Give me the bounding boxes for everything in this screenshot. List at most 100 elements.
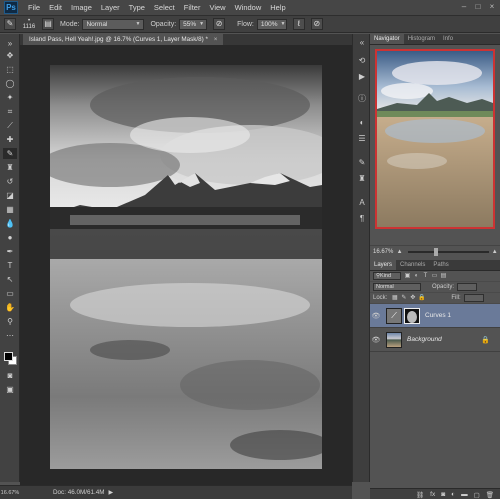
adjustment-icon[interactable]: ◐ — [451, 491, 455, 498]
zoom-out-icon[interactable]: ▲ — [396, 249, 403, 256]
airbrush-icon[interactable]: ℓ — [292, 18, 305, 30]
menu-image[interactable]: Image — [71, 3, 92, 12]
collapse-panels-icon[interactable]: « — [357, 38, 367, 48]
paragraph-panel-icon[interactable]: ¶ — [357, 214, 367, 224]
hand-tool-icon[interactable]: ✋ — [3, 302, 17, 313]
pressure-opacity-icon[interactable]: ⊘ — [213, 18, 226, 30]
eyedropper-tool-icon[interactable]: ⟋ — [3, 120, 17, 131]
healing-tool-icon[interactable]: ✚ — [3, 134, 17, 145]
eye-icon[interactable]: 👁 — [370, 336, 382, 344]
properties-panel-icon[interactable]: ☰ — [357, 134, 367, 144]
close-icon[interactable]: × — [488, 3, 496, 11]
foreground-color-swatch[interactable] — [4, 352, 13, 361]
pressure-size-icon[interactable]: ⊘ — [310, 18, 323, 30]
menu-type[interactable]: Type — [129, 3, 145, 12]
history-brush-tool-icon[interactable]: ↺ — [3, 176, 17, 187]
blur-tool-icon[interactable]: 💧 — [3, 218, 17, 229]
menu-file[interactable]: File — [28, 3, 40, 12]
quick-mask-icon[interactable]: ◙ — [3, 370, 17, 381]
blend-mode-dropdown[interactable]: Normal — [373, 283, 421, 291]
layer-row-curves[interactable]: 👁 ⟋ Curves 1 — [370, 304, 500, 328]
move-tool-icon[interactable]: ✥ — [3, 50, 17, 61]
eraser-tool-icon[interactable]: ◪ — [3, 190, 17, 201]
adjustment-filter-icon[interactable]: ◐ — [413, 273, 420, 280]
maximize-icon[interactable]: □ — [474, 3, 482, 11]
lock-position-icon[interactable]: ✥ — [409, 295, 416, 302]
brush-preset-picker[interactable]: • 1116 — [22, 18, 36, 31]
eye-icon[interactable]: 👁 — [370, 312, 382, 320]
lock-pixels-icon[interactable]: ✎ — [400, 295, 407, 302]
pixel-filter-icon[interactable]: ▣ — [404, 273, 411, 280]
marquee-tool-icon[interactable]: ⬚ — [3, 64, 17, 75]
zoom-tool-icon[interactable]: ⚲ — [3, 316, 17, 327]
status-zoom[interactable]: 16.67% — [0, 485, 20, 499]
opacity-field[interactable]: 55% ▼ — [179, 18, 208, 30]
menu-layer[interactable]: Layer — [101, 3, 120, 12]
navigator-zoom-slider[interactable] — [407, 248, 489, 256]
kind-filter-dropdown[interactable]: ⚲ Kind — [373, 272, 401, 280]
mask-icon[interactable]: ◙ — [441, 491, 445, 498]
tab-histogram[interactable]: Histogram — [404, 34, 439, 44]
navigator-zoom-value[interactable]: 16.67% — [373, 249, 393, 255]
clone-source-panel-icon[interactable]: ♜ — [357, 174, 367, 184]
brush-tool-icon[interactable]: ✎ — [3, 148, 17, 159]
menu-help[interactable]: Help — [270, 3, 285, 12]
actions-panel-icon[interactable]: ▶ — [357, 72, 367, 82]
chevron-right-icon[interactable]: ▶ — [108, 489, 113, 496]
tab-paths[interactable]: Paths — [429, 260, 452, 270]
navigator-thumbnail[interactable] — [375, 49, 495, 229]
smart-object-filter-icon[interactable]: ▤ — [440, 273, 447, 280]
lock-all-icon[interactable]: 🔒 — [418, 295, 425, 302]
layer-row-background[interactable]: 👁 Background 🔒 — [370, 328, 500, 352]
trash-icon[interactable]: 🗑 — [486, 491, 494, 499]
type-tool-icon[interactable]: T — [3, 260, 17, 271]
menu-select[interactable]: Select — [154, 3, 175, 12]
tab-layers[interactable]: Layers — [370, 260, 397, 270]
brush-panel-icon[interactable]: ✎ — [357, 158, 367, 168]
character-panel-icon[interactable]: A — [357, 198, 367, 208]
lasso-tool-icon[interactable]: ◯ — [3, 78, 17, 89]
more-tools-icon[interactable]: ⋯ — [3, 330, 17, 341]
clone-stamp-tool-icon[interactable]: ♜ — [3, 162, 17, 173]
layer-mask-thumbnail[interactable] — [404, 307, 420, 324]
type-filter-icon[interactable]: T — [422, 273, 429, 280]
zoom-slider-handle[interactable] — [433, 248, 438, 256]
fx-icon[interactable]: fx — [430, 491, 435, 498]
screen-mode-icon[interactable]: ▣ — [3, 384, 17, 395]
fill-field[interactable] — [463, 294, 484, 302]
history-panel-icon[interactable]: ⟲ — [357, 56, 367, 66]
canvas-area[interactable] — [20, 45, 352, 485]
flow-field[interactable]: 100% ▼ — [256, 18, 287, 30]
layer-opacity-field[interactable] — [457, 283, 478, 291]
dodge-tool-icon[interactable]: ● — [3, 232, 17, 243]
path-select-tool-icon[interactable]: ↖ — [3, 274, 17, 285]
shape-tool-icon[interactable]: ▭ — [3, 288, 17, 299]
menu-view[interactable]: View — [209, 3, 225, 12]
shape-filter-icon[interactable]: ▭ — [431, 273, 438, 280]
pen-tool-icon[interactable]: ✒ — [3, 246, 17, 257]
lock-transparent-icon[interactable]: ▦ — [391, 295, 398, 302]
menu-edit[interactable]: Edit — [49, 3, 62, 12]
menu-window[interactable]: Window — [235, 3, 262, 12]
gradient-tool-icon[interactable]: ▦ — [3, 204, 17, 215]
close-tab-icon[interactable]: × — [214, 36, 218, 43]
mode-dropdown[interactable]: Normal ▼ — [82, 18, 145, 30]
folder-icon[interactable]: ▬ — [461, 491, 468, 498]
crop-tool-icon[interactable]: ⌗ — [3, 106, 17, 117]
tab-channels[interactable]: Channels — [396, 260, 429, 270]
quick-select-tool-icon[interactable]: ✦ — [3, 92, 17, 103]
info-panel-icon[interactable]: ⓘ — [357, 94, 367, 104]
adjustments-panel-icon[interactable]: ◐ — [357, 118, 367, 128]
tab-info[interactable]: Info — [439, 34, 457, 44]
photoshop-logo[interactable]: Ps — [4, 1, 18, 14]
brush-panel-icon[interactable]: ▤ — [42, 18, 54, 30]
document-tab[interactable]: Island Pass, Hell Yeah!.jpg @ 16.7% (Cur… — [23, 34, 224, 45]
collapse-icon[interactable]: » — [3, 38, 17, 49]
brush-tool-icon[interactable]: ✎ — [4, 18, 16, 30]
zoom-in-icon[interactable]: ▲ — [492, 249, 498, 256]
new-layer-icon[interactable]: ▢ — [474, 491, 480, 499]
document-image[interactable] — [50, 65, 322, 469]
link-icon[interactable]: ⛓ — [416, 491, 424, 499]
tab-navigator[interactable]: Navigator — [370, 34, 404, 44]
menu-filter[interactable]: Filter — [184, 3, 201, 12]
